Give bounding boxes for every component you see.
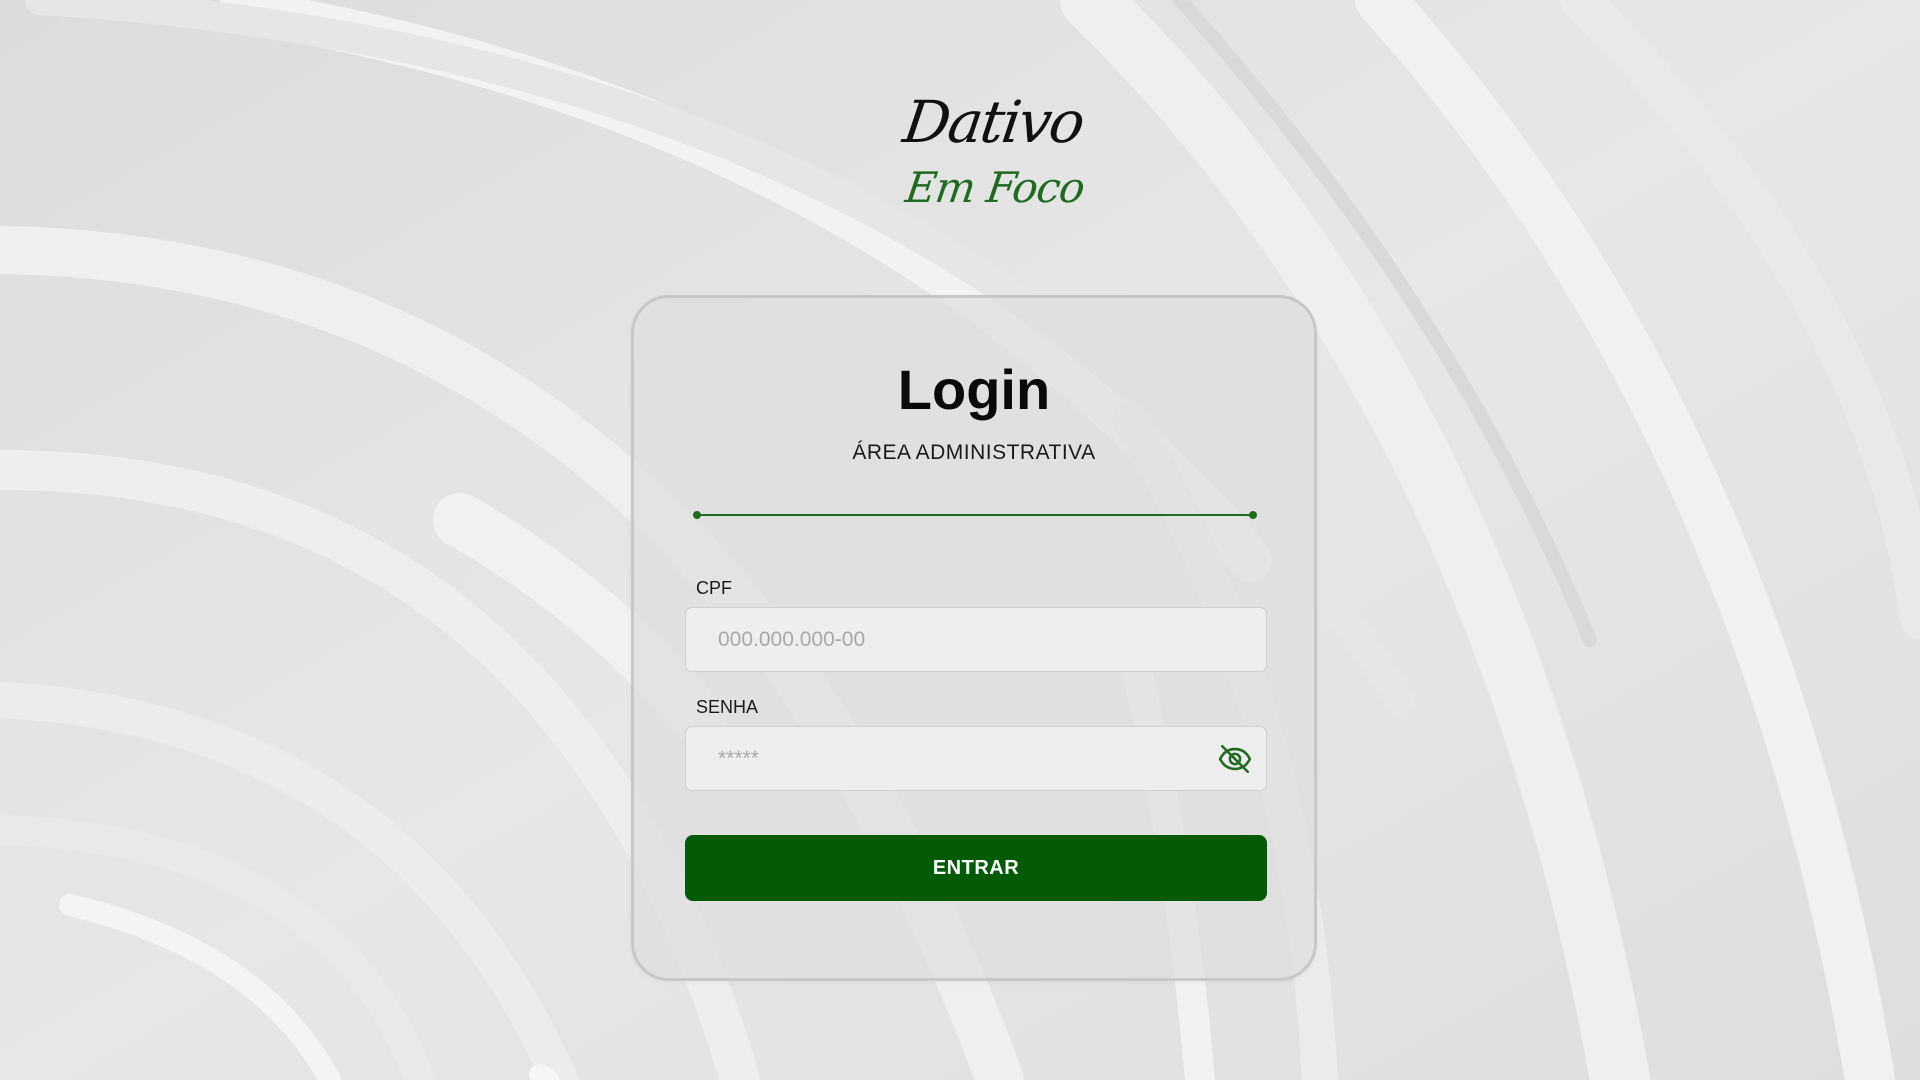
password-input[interactable] xyxy=(686,727,1266,790)
cpf-label: CPF xyxy=(696,578,732,598)
eye-off-icon[interactable] xyxy=(1218,742,1252,776)
cpf-input[interactable] xyxy=(686,608,1266,671)
divider-dot-right xyxy=(1249,511,1257,519)
senha-label: SENHA xyxy=(696,697,759,717)
divider-line xyxy=(697,514,1253,516)
entrar-button[interactable]: ENTRAR xyxy=(685,835,1267,901)
logo-wordmark-dativo: Dativo xyxy=(899,88,1088,156)
dativo-em-foco-logo: Dativo Em Foco xyxy=(880,82,1087,222)
senha-field xyxy=(685,726,1267,791)
login-subtitle: ÁREA ADMINISTRATIVA xyxy=(852,441,1096,464)
logo-wordmark-em-foco: Em Foco xyxy=(902,163,1088,212)
login-title: Login xyxy=(897,358,1051,421)
divider-dot-left xyxy=(693,511,701,519)
title-divider xyxy=(693,510,1257,520)
login-card: Login ÁREA ADMINISTRATIVA CPF SENHA ENTR… xyxy=(631,295,1317,981)
cpf-field xyxy=(685,607,1267,672)
